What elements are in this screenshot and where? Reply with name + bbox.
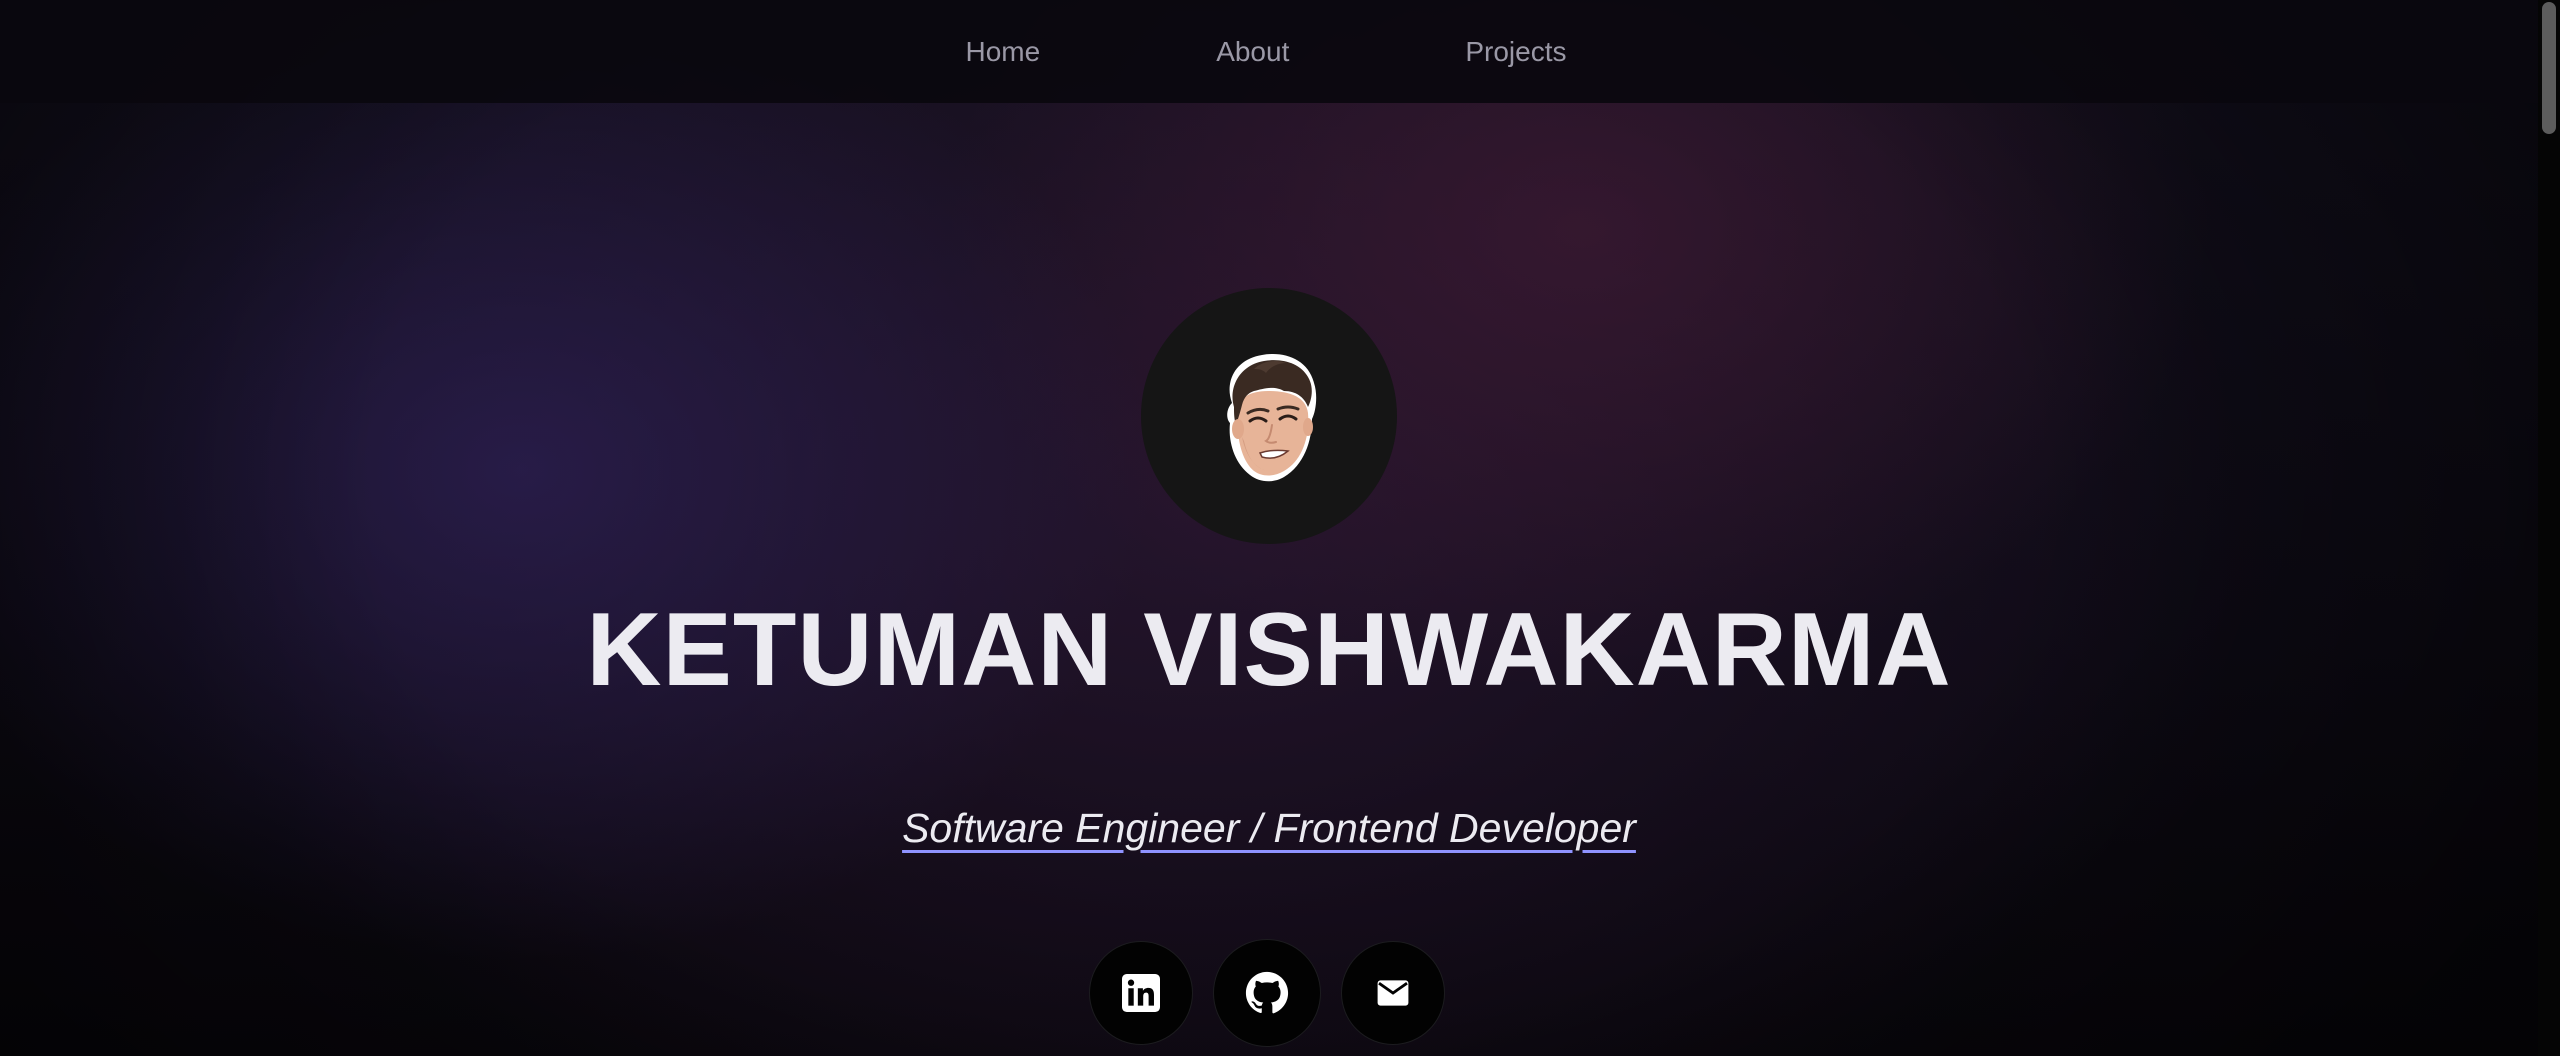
nav-link-home[interactable]: Home [965, 26, 1040, 78]
vertical-scrollbar[interactable] [2538, 0, 2560, 1056]
email-button[interactable] [1341, 940, 1445, 1045]
avatar [1141, 288, 1397, 544]
github-icon [1245, 971, 1289, 1013]
nav-link-projects[interactable]: Projects [1465, 26, 1566, 78]
nav-link-about[interactable]: About [1216, 26, 1289, 78]
cartoon-avatar-icon [1227, 354, 1317, 482]
linkedin-icon [1122, 973, 1160, 1012]
top-navbar: Home About Projects [0, 0, 2538, 103]
github-button[interactable] [1213, 938, 1321, 1047]
scrollbar-thumb[interactable] [2542, 2, 2556, 134]
portfolio-page: Home About Projects KETUMAN VISHWAKARMA … [0, 0, 2560, 1056]
hero-section: KETUMAN VISHWAKARMA Software Engineer / … [0, 103, 2538, 1056]
page-title: KETUMAN VISHWAKARMA [586, 592, 1952, 708]
linkedin-button[interactable] [1089, 940, 1193, 1045]
mail-icon [1377, 980, 1409, 1006]
nav-links: Home About Projects [965, 26, 1566, 78]
social-links [1089, 938, 1445, 1047]
job-title: Software Engineer / Frontend Developer [902, 804, 1636, 851]
